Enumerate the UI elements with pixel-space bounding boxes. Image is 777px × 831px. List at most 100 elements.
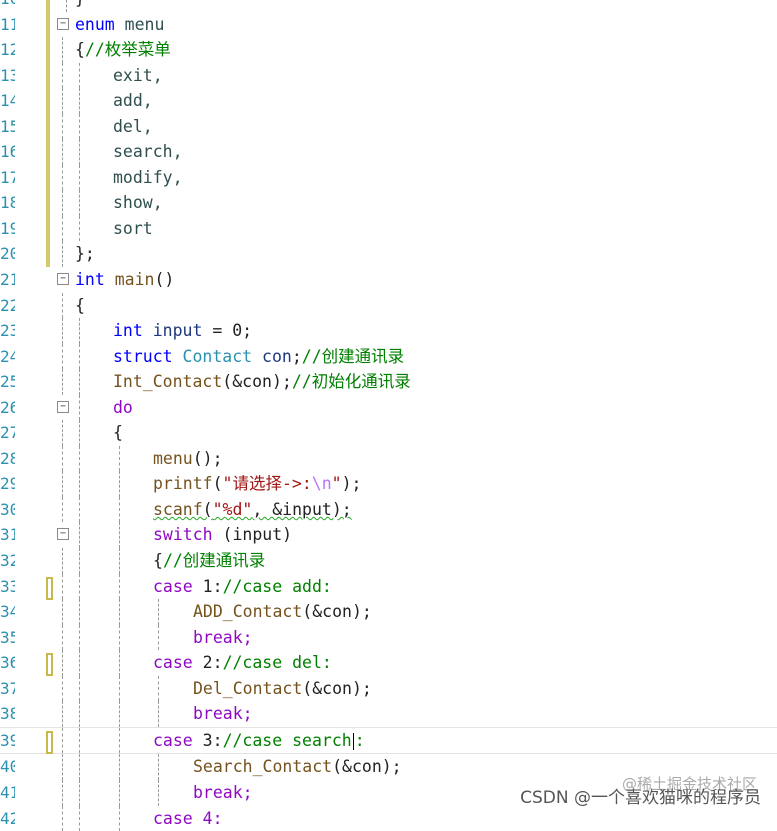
code-text: break; bbox=[193, 780, 253, 806]
code-text: show, bbox=[113, 190, 163, 216]
indent-guide bbox=[119, 446, 120, 472]
indent-guide bbox=[62, 625, 63, 651]
string-literal: "%d" bbox=[213, 500, 253, 519]
indent-guide bbox=[119, 599, 120, 625]
string-literal: "请选择->: bbox=[223, 474, 312, 493]
function-name: Int_Contact bbox=[113, 372, 222, 391]
function-name: main bbox=[105, 270, 155, 289]
code-text: { bbox=[75, 293, 85, 319]
indent-guide bbox=[79, 216, 80, 242]
indent-guide bbox=[62, 318, 63, 344]
code-line: 29 printf("请选择->:\n"); bbox=[0, 471, 777, 497]
indent-guide bbox=[62, 139, 63, 165]
punctuation: (); bbox=[193, 449, 223, 468]
keyword: int bbox=[75, 270, 105, 289]
code-text: Int_Contact(&con);//初始化通讯录 bbox=[113, 369, 411, 395]
line-number: 35 bbox=[0, 625, 15, 651]
indent-guide bbox=[119, 548, 120, 574]
function-name: ADD_Contact bbox=[193, 602, 302, 621]
indent-guide bbox=[62, 548, 63, 574]
punctuation: (&con); bbox=[302, 602, 372, 621]
change-marker bbox=[46, 577, 53, 600]
change-marker bbox=[46, 139, 50, 165]
code-line: 25 Int_Contact(&con);//初始化通讯录 bbox=[0, 369, 777, 395]
change-marker bbox=[46, 63, 50, 89]
punctuation: (&con); bbox=[222, 372, 292, 391]
line-number: 27 bbox=[0, 420, 15, 446]
indent-guide bbox=[62, 754, 63, 780]
indent-guide bbox=[79, 190, 80, 216]
punctuation: (&con); bbox=[302, 679, 372, 698]
indent-guide bbox=[158, 599, 159, 625]
indent-guide bbox=[79, 728, 80, 754]
identifier: menu bbox=[115, 15, 165, 34]
change-marker bbox=[46, 88, 50, 114]
line-number: 14 bbox=[0, 88, 15, 114]
indent-guide bbox=[79, 420, 80, 446]
line-number: 29 bbox=[0, 471, 15, 497]
code-text: modify, bbox=[113, 165, 183, 191]
line-number: 33 bbox=[0, 574, 15, 600]
comment: //case del: bbox=[223, 653, 332, 672]
code-text: { bbox=[113, 420, 123, 446]
code-line: 12 {//枚举菜单 bbox=[0, 37, 777, 63]
indent-guide bbox=[119, 471, 120, 497]
line-number: 19 bbox=[0, 216, 15, 242]
collapse-icon[interactable]: − bbox=[57, 401, 69, 413]
code-line: 28 menu(); bbox=[0, 446, 777, 472]
code-line: 17 modify, bbox=[0, 165, 777, 191]
punctuation: = 0; bbox=[202, 321, 252, 340]
code-editor[interactable]: 10 } 11 − enum menu 12 {//枚举菜单 13 exit, … bbox=[0, 0, 777, 831]
line-number: 18 bbox=[0, 190, 15, 216]
line-number: 32 bbox=[0, 548, 15, 574]
line-number: 26 bbox=[0, 395, 15, 421]
line-number: 13 bbox=[0, 63, 15, 89]
indent-guide bbox=[119, 780, 120, 806]
indent-guide bbox=[158, 701, 159, 727]
indent-guide bbox=[79, 139, 80, 165]
identifier: con bbox=[252, 347, 292, 366]
code-text: case 3://case search: bbox=[153, 728, 365, 754]
current-code-line: 39 case 3://case search: bbox=[0, 727, 777, 755]
indent-guide bbox=[62, 701, 63, 727]
change-marker bbox=[46, 241, 50, 267]
indent-guide bbox=[62, 165, 63, 191]
code-text: Del_Contact(&con); bbox=[193, 676, 372, 702]
line-number: 40 bbox=[0, 754, 15, 780]
code-text: scanf("%d", &input); bbox=[153, 497, 352, 523]
code-line: 19 sort bbox=[0, 216, 777, 242]
keyword: case bbox=[153, 731, 193, 750]
line-number: 24 bbox=[0, 344, 15, 370]
change-marker bbox=[46, 37, 50, 63]
collapse-icon[interactable]: − bbox=[57, 18, 69, 30]
indent-guide bbox=[158, 676, 159, 702]
code-text: case 1://case add: bbox=[153, 574, 332, 600]
collapse-icon[interactable]: − bbox=[57, 528, 69, 540]
code-text: int main() bbox=[75, 267, 174, 293]
code-text: case 2://case del: bbox=[153, 650, 332, 676]
function-name: menu bbox=[153, 449, 193, 468]
indent-guide bbox=[79, 395, 80, 421]
code-text: exit, bbox=[113, 63, 163, 89]
code-text: search, bbox=[113, 139, 183, 165]
brace: { bbox=[153, 551, 163, 570]
brace: { bbox=[75, 40, 85, 59]
code-line: 11 − enum menu bbox=[0, 12, 777, 38]
comment: //case search bbox=[223, 731, 352, 750]
code-line: 21 − int main() bbox=[0, 267, 777, 293]
code-text: Search_Contact(&con); bbox=[193, 754, 402, 780]
line-number: 42 bbox=[0, 806, 15, 831]
indent-guide bbox=[79, 548, 80, 574]
code-text: } bbox=[75, 0, 85, 12]
code-line: 18 show, bbox=[0, 190, 777, 216]
collapse-icon[interactable]: − bbox=[57, 273, 69, 285]
indent-guide bbox=[62, 293, 63, 319]
indent-guide bbox=[79, 650, 80, 676]
identifier: input bbox=[143, 321, 203, 340]
indent-guide bbox=[79, 63, 80, 89]
code-line: 22 { bbox=[0, 293, 777, 319]
indent-guide bbox=[119, 625, 120, 651]
punctuation: (&con); bbox=[332, 757, 402, 776]
indent-guide bbox=[119, 497, 120, 523]
code-line: 30 scanf("%d", &input); bbox=[0, 497, 777, 523]
